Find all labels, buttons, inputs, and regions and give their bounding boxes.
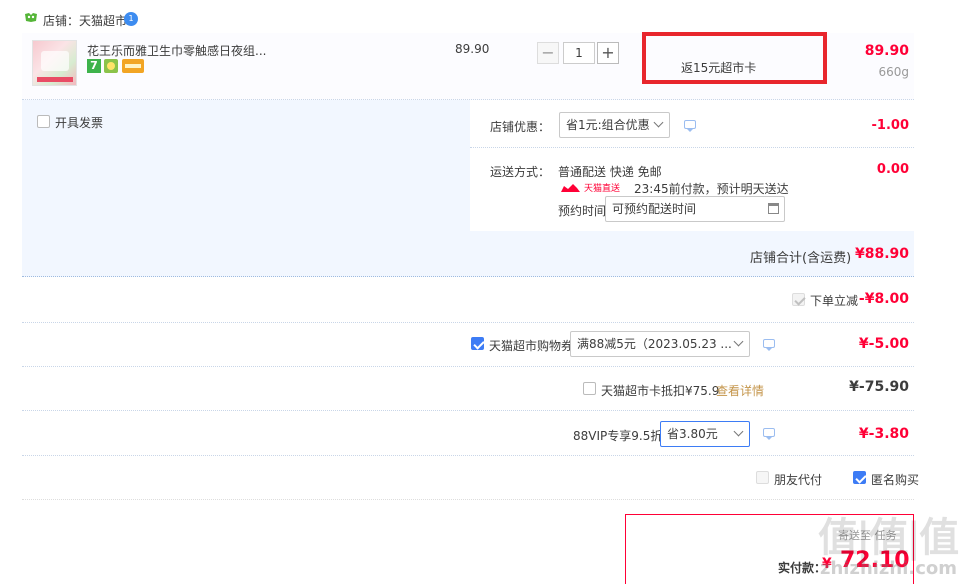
shop-total-amount: ¥88.90 [854,246,909,262]
row-divider [22,499,914,500]
vip-value: 省3.80元 [667,427,718,441]
chat-badge-icon[interactable]: 1 [124,12,138,26]
message-icon[interactable] [684,120,696,132]
friend-pay-label[interactable]: 朋友代付 [774,471,822,488]
chevron-down-icon [653,117,664,128]
watermark-logo-text: 值|值|值 [818,514,959,561]
row-divider [22,322,914,323]
shipping-method: 普通配送 快递 免邮 [558,165,662,179]
item-total: 89.90 [864,43,909,59]
shop-name[interactable]: 店铺：天猫超市 [43,12,127,29]
shipping-amount: 0.00 [876,162,909,177]
invoice-label[interactable]: 开具发票 [55,114,103,131]
badge-count: 1 [128,14,134,23]
vip-amount: ¥-3.80 [858,426,909,442]
invoice-checkbox[interactable] [37,115,50,128]
shop-discount-select[interactable]: 省1元:组合优惠 [559,112,670,138]
quantity-decrease-button[interactable]: − [537,42,559,64]
chevron-down-icon [733,336,744,347]
item-weight: 660g [878,65,909,79]
message-icon[interactable] [763,428,775,440]
shipping-label: 运送方式： [490,165,551,179]
row-divider [22,455,914,456]
promo-highlight-box [642,32,827,84]
quantity-increase-button[interactable]: + [597,42,619,64]
anonymous-label[interactable]: 匿名购买 [871,471,919,488]
promo-text: 返15元超市卡 [681,61,757,75]
chevron-down-icon [733,426,744,437]
row-divider [22,366,914,367]
reserve-time-placeholder: 可预约配送时间 [612,202,697,216]
delivery-note: 23:45前付款，预计明天送达 [634,182,789,196]
coupon-amount: ¥-5.00 [858,336,909,352]
shop-discount-label: 店铺优惠： [490,120,551,134]
coupon-value: 满88减5元（2023.05.23 ... [577,337,732,351]
shop-discount-value: 省1元:组合优惠 [566,118,650,132]
supermarket-card-label: 天猫超市卡抵扣¥75.9 [601,384,720,398]
unit-price: 89.90 [455,42,490,56]
product-thumbnail[interactable] [32,40,77,86]
coupon-label: 天猫超市购物券 [489,339,574,353]
watermark-logo: 值|值|值 [818,505,959,563]
options-divider [470,147,914,148]
vip-label: 88VIP专享9.5折 [573,429,663,443]
seven-day-return-icon: 7 [87,59,101,73]
reserve-time-select[interactable]: 可预约配送时间 [605,196,785,222]
card-details-link[interactable]: 查看详情 [716,382,764,399]
watermark-url: zhizhizhi.com [820,558,958,579]
reserve-label: 预约时间 [558,204,607,218]
coupon-checkbox[interactable] [471,337,484,350]
tmall-direct-icon [560,182,581,192]
product-title[interactable]: 花王乐而雅卫生巾零触感日夜组... [87,42,266,59]
shop-discount-amount: -1.00 [871,118,909,133]
instant-discount-checkbox[interactable] [792,293,805,306]
supermarket-card-checkbox[interactable] [583,382,596,395]
anonymous-checkbox[interactable] [853,471,866,484]
coupon-select[interactable]: 满88减5元（2023.05.23 ... [570,331,750,357]
shop-total-label: 店铺合计(含运费) [750,251,852,266]
card-payment-icon [122,59,144,73]
calendar-icon [768,203,779,214]
tmall-direct-tag: 天猫直送 [584,184,621,194]
row-divider [22,410,914,411]
instant-discount-label: 下单立减 [810,294,859,308]
supermarket-card-amount: ¥-75.90 [849,379,909,395]
friend-pay-checkbox[interactable] [756,471,769,484]
service-icon [104,59,118,73]
message-icon[interactable] [763,339,775,351]
vip-select[interactable]: 省3.80元 [660,421,750,447]
shop-icon [24,12,38,23]
quantity-input[interactable]: 1 [563,42,595,64]
instant-discount-amount: -¥8.00 [858,291,909,307]
